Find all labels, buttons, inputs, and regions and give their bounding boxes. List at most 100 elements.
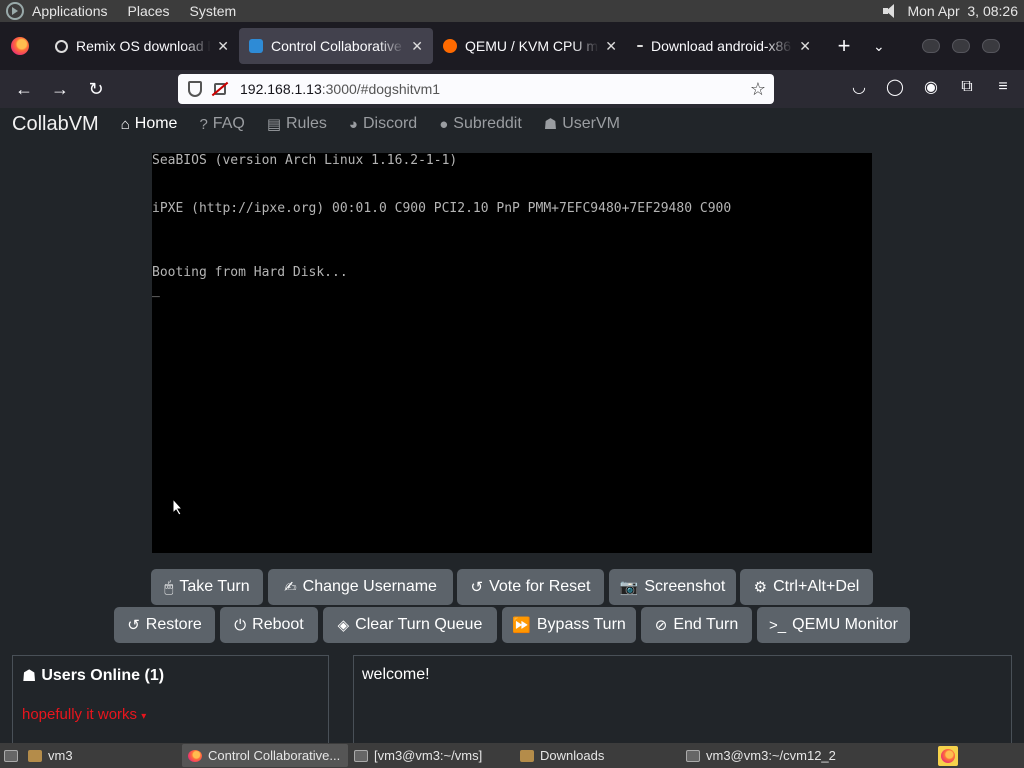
fast-forward-icon: ⏩ [512, 617, 531, 634]
vm-console-line: iPXE (http://ipxe.org) 00:01.0 C900 PCI2… [152, 201, 732, 216]
back-arrow-icon[interactable]: ← [6, 79, 42, 100]
clock[interactable]: Mon Apr 3, 08:26 [907, 3, 1018, 19]
clear-turn-queue-button[interactable]: ◈ Clear Turn Queue [323, 607, 497, 643]
reboot-button[interactable]: ⏻ Reboot [220, 607, 318, 643]
navigation-bar: ← → ↻ 192.168.1.13:3000/#dogshitvm1 ☆ ◡ … [0, 70, 1024, 108]
vm-console-line: Booting from Hard Disk... [152, 265, 348, 280]
tab-close-icon[interactable]: ✕ [217, 38, 229, 55]
nav-rules[interactable]: ▤ Rules [267, 115, 327, 133]
firefox-menu-icon[interactable] [11, 37, 29, 55]
bottom-taskbar: vm3 Control Collaborative... [vm3@vm3:~/… [0, 743, 1024, 768]
caret-down-icon: ▾ [141, 711, 147, 722]
nav-discord[interactable]: ◕ Discord [349, 115, 417, 133]
tab-strip: Remix OS download la ✕ Control Collabora… [0, 22, 1024, 70]
rotate-left-icon: ↺ [470, 579, 484, 596]
tracking-shield-icon[interactable] [188, 81, 202, 97]
places-menu[interactable]: Places [128, 3, 170, 19]
url-text[interactable]: 192.168.1.13:3000/#dogshitvm1 [240, 81, 440, 97]
tab-title: QEMU / KVM CPU mo [465, 38, 600, 54]
tab-collabvm[interactable]: Control Collaborative V ✕ [239, 28, 433, 64]
chat-panel: welcome! [353, 655, 1012, 743]
taskbar-item[interactable]: Downloads [514, 744, 680, 767]
restore-button[interactable]: ↺ Restore [114, 607, 215, 643]
forward-arrow-icon[interactable]: → [42, 79, 78, 100]
gear-icon: ⚙ [753, 579, 768, 596]
take-turn-button[interactable]: 🖱 Take Turn [151, 569, 263, 605]
end-turn-button[interactable]: ⊘ End Turn [641, 607, 752, 643]
change-username-button[interactable]: ✍ Change Username [268, 569, 453, 605]
hamburger-menu-icon[interactable]: ≡ [994, 78, 1012, 96]
ban-icon: ⊘ [654, 617, 668, 634]
reload-icon[interactable]: ↻ [78, 79, 114, 100]
mouse-icon: 🖱 [164, 578, 174, 596]
vote-reset-button[interactable]: ↺ Vote for Reset [457, 569, 604, 605]
tab-close-icon[interactable]: ✕ [605, 38, 617, 55]
rotate-left-icon: ↺ [127, 617, 140, 634]
vm-console-line: SeaBIOS (version Arch Linux 1.16.2-1-1) [152, 153, 458, 168]
applications-menu[interactable]: Applications [32, 3, 108, 19]
minimize-button[interactable] [922, 39, 940, 53]
tab-android-x86[interactable]: Download android-x86 ✕ [627, 28, 821, 64]
qemu-favicon-icon [443, 39, 457, 53]
close-window-button[interactable] [982, 39, 1000, 53]
extensions-icon[interactable]: ⧉ [958, 78, 976, 96]
tab-remix-os[interactable]: Remix OS download la ✕ [45, 28, 239, 64]
collabvm-navbar: CollabVM ⌂ Home ? FAQ ▤ Rules ◕ Discord ● Sub… [0, 108, 1024, 140]
tab-qemu[interactable]: QEMU / KVM CPU mo ✕ [433, 28, 627, 64]
firefox-icon [188, 749, 202, 762]
user-icon: ☗ [543, 116, 558, 133]
bookmark-star-icon[interactable]: ☆ [750, 79, 766, 100]
question-circle-icon: ? [199, 115, 208, 133]
bypass-turn-button[interactable]: ⏩ Bypass Turn [502, 607, 636, 643]
tab-close-icon[interactable]: ✕ [799, 38, 811, 55]
brand-logo[interactable]: CollabVM [12, 113, 99, 136]
system-menu[interactable]: System [190, 3, 237, 19]
monitor-favicon-icon [249, 39, 263, 53]
users-online-heading: ☗ Users Online (1) [22, 667, 165, 685]
home-icon: ⌂ [120, 115, 130, 133]
tab-title: Download android-x86 [651, 38, 792, 54]
nav-uservm[interactable]: ☗ UserVM [544, 115, 620, 133]
nav-subreddit[interactable]: ● Subreddit [439, 115, 522, 133]
window-controls [922, 39, 1000, 53]
list-tabs-chevron-icon[interactable]: ⌄ [873, 38, 885, 55]
qemu-monitor-button[interactable]: >_ QEMU Monitor [757, 607, 910, 643]
dash-favicon-icon [637, 45, 643, 47]
nav-faq[interactable]: ? FAQ [199, 115, 244, 133]
remix-favicon-icon [55, 39, 68, 53]
taskbar-item[interactable]: Control Collaborative... [182, 744, 348, 767]
maximize-button[interactable] [952, 39, 970, 53]
camera-icon: 📷 [619, 579, 639, 596]
profile-icon[interactable]: ◉ [922, 78, 940, 96]
show-desktop-button[interactable] [0, 744, 22, 767]
discord-icon: ◕ [348, 115, 358, 133]
pocket-icon[interactable]: ◡ [850, 78, 868, 96]
taskbar-item[interactable]: vm3 [22, 744, 182, 767]
taskbar-item[interactable]: [vm3@vm3:~/vms] [348, 744, 514, 767]
taskbar-item[interactable]: vm3@vm3:~/cvm12_2 [680, 744, 846, 767]
insecure-lock-icon[interactable] [214, 83, 226, 95]
chat-message: welcome! [362, 666, 430, 683]
clipboard-icon: ▤ [266, 116, 281, 133]
nav-home[interactable]: ⌂ Home [121, 115, 178, 133]
new-tab-button[interactable]: + [829, 33, 859, 59]
vm-console-cursor: _ [152, 283, 160, 298]
vm-display[interactable]: SeaBIOS (version Arch Linux 1.16.2-1-1) … [152, 153, 872, 553]
top-panel: Applications Places System Mon Apr 3, 08… [0, 0, 1024, 22]
tab-close-icon[interactable]: ✕ [411, 38, 423, 55]
desktop-icon [4, 749, 18, 762]
power-icon: ⏻ [234, 616, 247, 634]
system-logo-icon[interactable] [6, 2, 24, 20]
account-circle-icon[interactable]: ◯ [886, 78, 904, 96]
tray-firefox-icon[interactable] [938, 745, 958, 766]
user-icon: ☗ [22, 668, 37, 685]
reddit-icon: ● [439, 115, 449, 133]
user-list-item[interactable]: hopefully it works ▾ [22, 706, 146, 723]
signature-icon: ✍ [284, 579, 297, 596]
mouse-pointer-icon [172, 498, 184, 516]
volume-icon[interactable] [883, 4, 899, 18]
ctrl-alt-del-button[interactable]: ⚙ Ctrl+Alt+Del [740, 569, 873, 605]
screenshot-button[interactable]: 📷 Screenshot [609, 569, 736, 605]
url-bar[interactable]: 192.168.1.13:3000/#dogshitvm1 ☆ [178, 74, 774, 104]
tab-title: Control Collaborative V [271, 38, 406, 54]
